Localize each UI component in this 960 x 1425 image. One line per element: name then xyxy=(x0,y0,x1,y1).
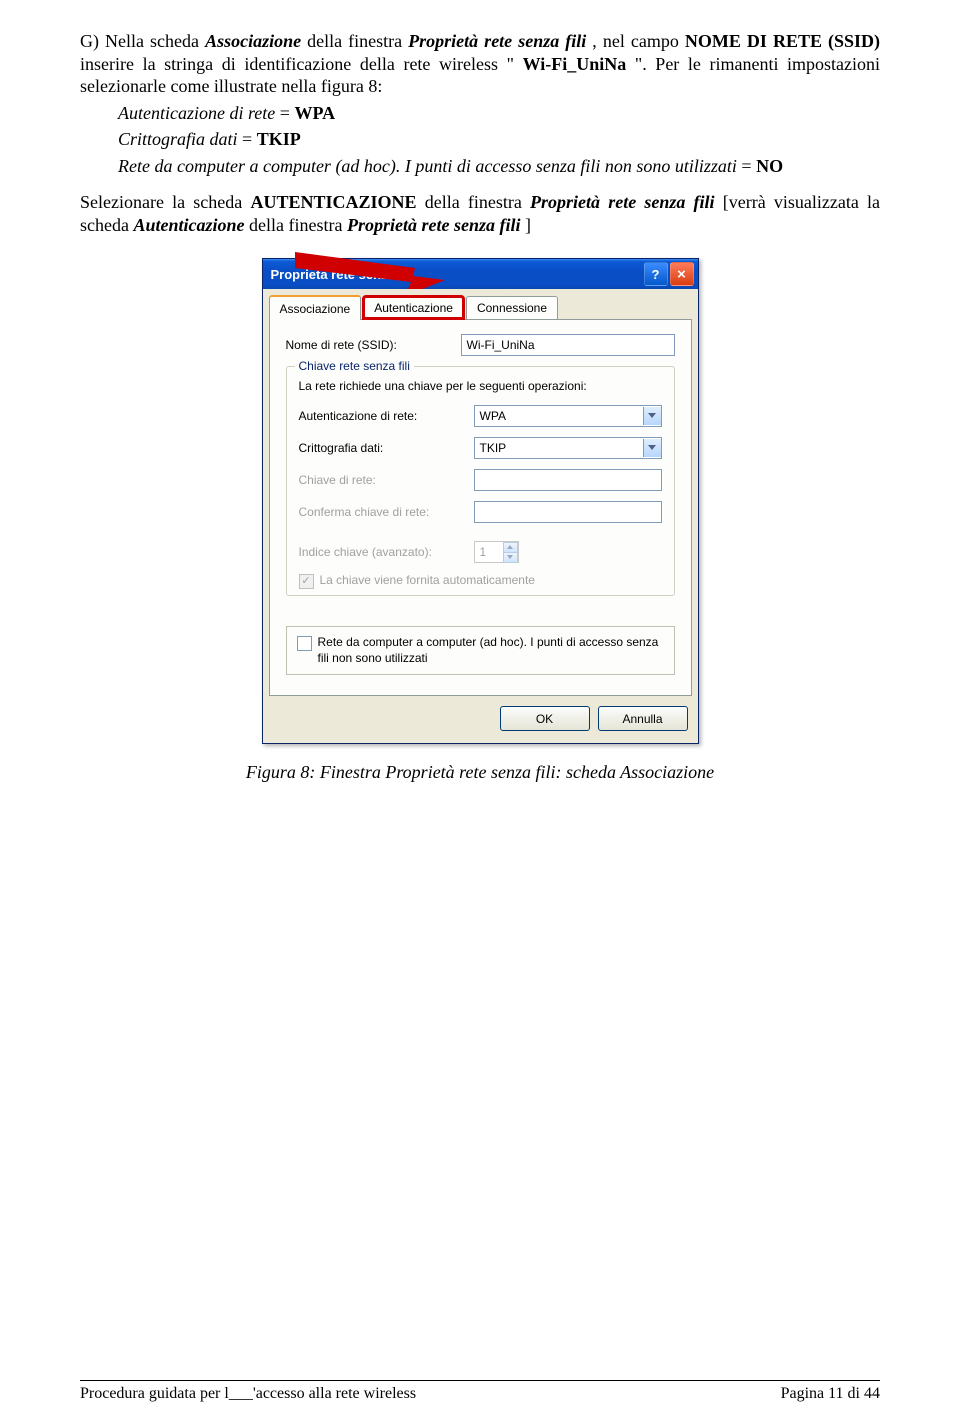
footer-left: Procedura guidata per l___'accesso alla … xyxy=(80,1385,416,1403)
ssid-input[interactable]: Wi-Fi_UniNa xyxy=(461,334,675,356)
key-input xyxy=(474,469,662,491)
setting-line-crypt: Crittografia dati = TKIP xyxy=(118,128,880,151)
crypt-select[interactable]: TKIP xyxy=(474,437,662,459)
cancel-button[interactable]: Annulla xyxy=(598,706,688,731)
auto-key-checkbox-row: La chiave viene fornita automaticamente xyxy=(299,573,662,589)
confirm-key-input xyxy=(474,501,662,523)
auto-key-label: La chiave viene fornita automaticamente xyxy=(320,573,535,589)
adhoc-checkbox[interactable] xyxy=(297,636,312,651)
ok-button[interactable]: OK xyxy=(500,706,590,731)
confirm-key-label: Conferma chiave di rete: xyxy=(299,505,474,519)
spinner-buttons xyxy=(503,542,518,563)
dialog-title: Proprietà rete senza fili xyxy=(271,267,642,282)
intro-paragraph: G) Nella scheda Associazione della fines… xyxy=(80,30,880,98)
chevron-down-icon xyxy=(643,407,661,425)
setting-line-auth: Autenticazione di rete = WPA xyxy=(118,102,880,125)
tab-associazione[interactable]: Associazione xyxy=(269,295,362,320)
tab-autenticazione[interactable]: Autenticazione xyxy=(363,296,464,319)
auto-key-checkbox xyxy=(299,574,314,589)
help-icon: ? xyxy=(652,267,660,282)
select-auth-paragraph: Selezionare la scheda AUTENTICAZIONE del… xyxy=(80,191,880,236)
index-label: Indice chiave (avanzato): xyxy=(299,545,474,559)
wireless-key-groupbox: Chiave rete senza fili La rete richiede … xyxy=(286,366,675,596)
ssid-label: Nome di rete (SSID): xyxy=(286,338,461,352)
auth-select[interactable]: WPA xyxy=(474,405,662,427)
footer-right: Pagina 11 di 44 xyxy=(781,1385,880,1403)
setting-line-adhoc: Rete da computer a computer (ad hoc). I … xyxy=(118,155,880,178)
crypt-label: Crittografia dati: xyxy=(299,441,474,455)
close-button[interactable]: × xyxy=(670,262,694,286)
auth-label: Autenticazione di rete: xyxy=(299,409,474,423)
properties-dialog: Proprietà rete senza fili ? × Associazio… xyxy=(262,258,699,744)
chevron-down-icon xyxy=(643,439,661,457)
help-button[interactable]: ? xyxy=(644,262,668,286)
groupbox-text: La rete richiede una chiave per le segue… xyxy=(299,379,662,393)
groupbox-legend: Chiave rete senza fili xyxy=(295,359,414,373)
index-spinner: 1 xyxy=(474,541,519,563)
figure-caption: Figura 8: Finestra Proprietà rete senza … xyxy=(80,762,880,783)
adhoc-label: Rete da computer a computer (ad hoc). I … xyxy=(318,635,664,666)
tab-connessione[interactable]: Connessione xyxy=(466,296,558,319)
tab-strip: Associazione Autenticazione Connessione xyxy=(263,289,698,319)
dialog-titlebar[interactable]: Proprietà rete senza fili ? × xyxy=(263,259,698,289)
page-footer: Procedura guidata per l___'accesso alla … xyxy=(80,1380,880,1403)
tab-panel-associazione: Nome di rete (SSID): Wi-Fi_UniNa Chiave … xyxy=(269,319,692,696)
key-label: Chiave di rete: xyxy=(299,473,474,487)
close-icon: × xyxy=(677,267,686,282)
adhoc-box: Rete da computer a computer (ad hoc). I … xyxy=(286,626,675,675)
